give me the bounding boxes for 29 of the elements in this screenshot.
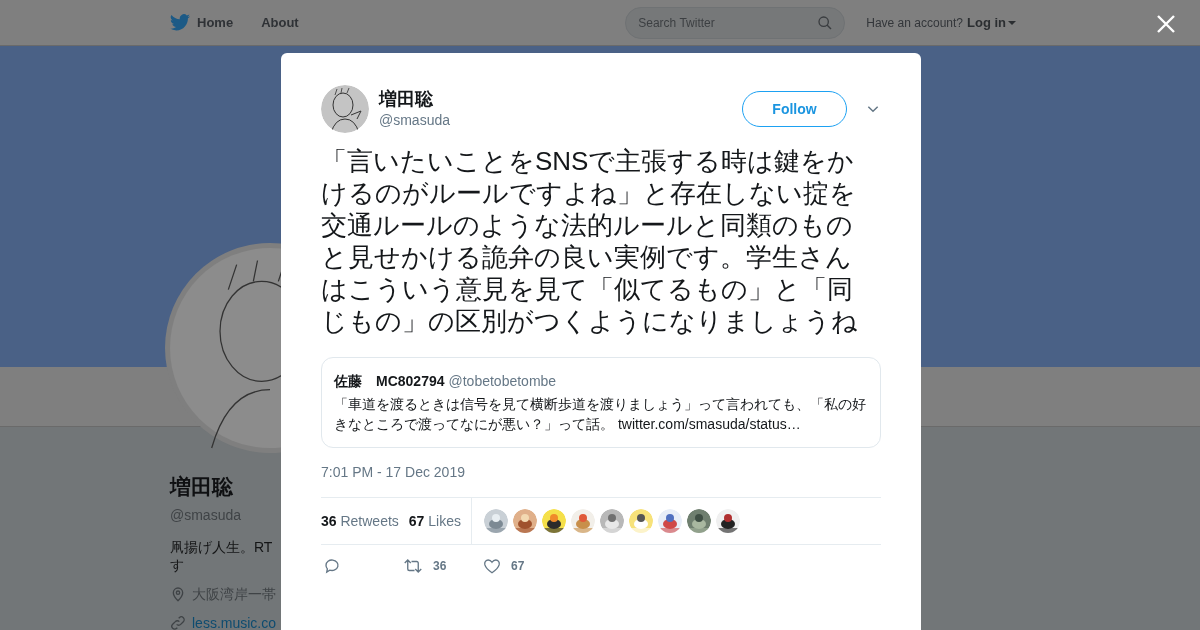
link-icon	[170, 615, 186, 630]
login-link[interactable]: Log in	[967, 12, 1016, 33]
tweet-text: 「言いたいことをSNSで主張する時は鍵をかけるのがルールですよね」と存在しない掟を交通ルールのような法的ルールと同類のものと見せかける詭弁の良い実例です。学生さんはこういう意見を見て「似てるもの」と「同じもの」の区別がつくようになりましょうね	[321, 145, 859, 337]
location-pin-icon	[170, 586, 186, 602]
profile-bio: す	[170, 555, 184, 574]
author-name: 増田聡	[379, 87, 434, 110]
tweet-timestamp: 7:01 PM - 17 Dec 2019	[321, 463, 466, 482]
retweet-icon[interactable]	[403, 557, 423, 575]
nav-link[interactable]: About	[261, 12, 299, 33]
quoted-tweet-text: 「車道を渡るときは信号を見て横断歩道を渡りましょう」って言われても、「私の好きなところで渡ってなにが悪い？」って話。 twitter.com/smasuda/status…	[334, 395, 867, 434]
heart-icon[interactable]	[483, 557, 501, 575]
stat-count[interactable]: 36 Retweets	[321, 510, 399, 532]
nav-link[interactable]: Home	[197, 12, 234, 33]
search-field[interactable]: Search Twitter	[625, 6, 846, 39]
account-prompt: Have an account?	[866, 14, 963, 32]
author-handle: @smasuda	[379, 110, 451, 130]
status-link[interactable]: twitter.com/smasuda/status…	[617, 416, 801, 432]
search-icon[interactable]	[817, 14, 834, 31]
profile-link[interactable]: less.music.co	[192, 612, 277, 630]
action-count: 36	[433, 558, 447, 575]
stat-count[interactable]: 67 Likes	[408, 510, 461, 532]
reply-icon[interactable]	[323, 557, 341, 575]
close-button[interactable]	[1156, 14, 1176, 34]
action-count: 67	[511, 558, 525, 575]
profile-bio: 凧揚げ人生。RT	[170, 537, 273, 556]
caret-icon	[1008, 20, 1016, 25]
quoted-author-name: 佐藤 MC802794	[334, 372, 445, 391]
quoted-author-handle: @tobetobetombe	[448, 372, 557, 391]
profile-name: 増田聡	[170, 474, 233, 500]
